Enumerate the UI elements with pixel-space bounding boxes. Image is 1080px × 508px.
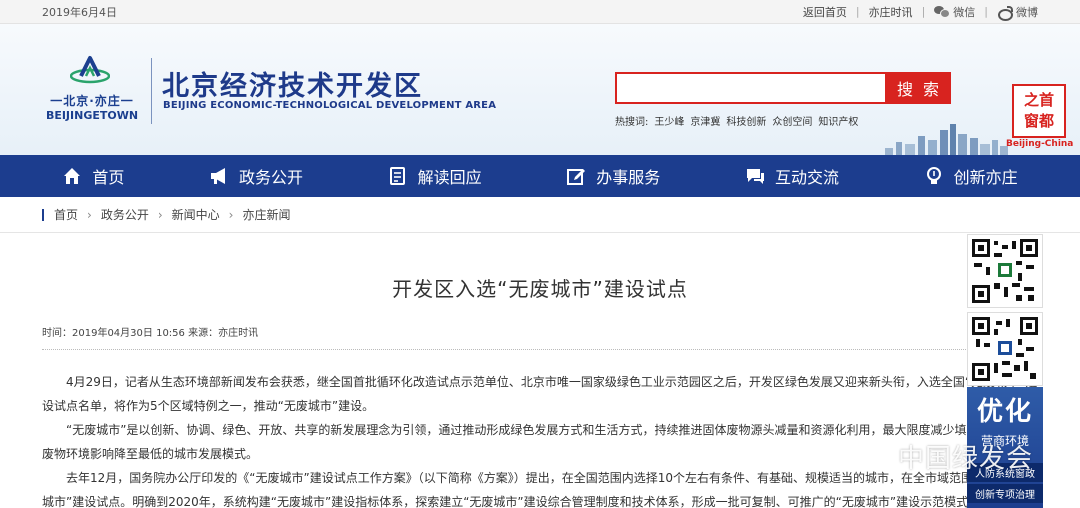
article-title: 开发区入选“无废城市”建设试点 [392,277,688,301]
nav-label: 互动交流 [774,168,839,187]
news-link[interactable]: 亦庄时讯 [869,4,913,20]
promo-tag: 创新专项治理 [967,484,1043,503]
chevron-right-icon: › [87,207,92,222]
search-button[interactable]: 搜索 [885,72,951,104]
logo-mark-icon [70,56,110,84]
main-nav: 首页 政务公开 解读回应 办事服务 互动交流 创新亦庄 [0,155,1080,197]
article-meta-info: 时间：2019年04月30日 10:56 来源：亦庄时讯 [42,328,259,339]
nav-label: 首页 [92,168,125,187]
qr-code-icon [972,317,1038,381]
breadcrumb-item[interactable]: 政务公开 [101,206,149,223]
qr-code-icon [972,239,1038,303]
hot-word[interactable]: 知识产权 [818,113,858,128]
separator: | [921,5,926,18]
hot-word[interactable]: 众创空间 [772,113,812,128]
article-meta: 时间：2019年04月30日 10:56 来源：亦庄时讯 收 [42,324,982,350]
document-icon [389,167,405,185]
qr-code-1[interactable] [967,234,1043,308]
edit-icon [567,169,586,185]
nav-item-services[interactable]: 办事服务 [556,155,670,197]
nav-item-home[interactable]: 首页 [52,155,134,197]
weibo-link[interactable]: 微博 [997,4,1038,21]
lightbulb-icon [926,167,941,184]
badge-text: 之首 窗都 [1023,91,1055,130]
watermark: 中国绿发会 [858,438,1033,475]
promo-headline: 优化 [976,397,1033,427]
chevron-right-icon: › [157,207,163,222]
breadcrumb-marker [42,208,44,221]
hot-word[interactable]: 科技创新 [726,113,766,128]
badge-label: Beijing-China [1006,139,1074,149]
top-bar: 2019年6月4日 返回首页 | 亦庄时讯 | 微信 | 微博 [0,0,1080,24]
nav-label: 解读回应 [417,168,482,187]
top-links: 返回首页 | 亦庄时讯 | 微信 | 微博 [803,4,1038,21]
nav-item-innovation[interactable]: 创新亦庄 [914,155,1028,197]
wechat-icon [858,444,892,469]
search-bar: 搜索 [615,72,951,104]
hot-word[interactable]: 京津冀 [690,113,720,128]
nav-item-interaction[interactable]: 互动交流 [735,155,849,197]
nav-item-interpretation[interactable]: 解读回应 [378,155,492,197]
search-input[interactable] [615,72,885,104]
watermark-text: 中国绿发会 [898,444,1034,474]
hot-words: 热搜词: 王少峰 京津冀 科技创新 众创空间 知识产权 [615,113,858,128]
megaphone-icon [210,168,225,184]
site-title: 北京经济技术开发区 [162,71,423,102]
breadcrumb: 首页 › 政务公开 › 新闻中心 › 亦庄新闻 [0,197,1080,233]
wechat-icon [934,6,951,18]
logo-divider [151,58,152,124]
skyline-illustration [885,124,1008,155]
separator: | [855,5,860,18]
weibo-icon [997,5,1013,21]
home-icon [64,168,81,184]
nav-item-gov-affairs[interactable]: 政务公开 [199,155,313,197]
chat-icon [746,169,764,184]
chevron-right-icon: › [228,207,234,222]
wechat-link[interactable]: 微信 [934,4,975,20]
article-paragraph: 4月29日，记者从生态环境部新闻发布会获悉，继全国首批循环化改造试点示范单位、北… [42,375,1038,413]
current-date: 2019年6月4日 [42,5,117,19]
hot-word[interactable]: 王少峰 [654,113,684,128]
capital-window-badge[interactable]: 之首 窗都 [1012,84,1066,138]
breadcrumb-item[interactable]: 新闻中心 [172,206,220,223]
breadcrumb-item[interactable]: 首页 [54,206,78,223]
nav-label: 创新亦庄 [953,168,1018,187]
weibo-label: 微博 [1016,5,1038,19]
qr-code-2[interactable] [967,312,1043,386]
nav-label: 办事服务 [596,168,661,187]
logo-cn-text: 一北京·亦庄一 [50,94,134,108]
home-return-link[interactable]: 返回首页 [803,4,847,20]
wechat-label: 微信 [953,5,976,19]
separator: | [984,5,988,18]
site-header: 一北京·亦庄一 BEIJINGETOWN 北京经济技术开发区 BEIJING E… [0,24,1080,155]
site-subtitle: BEIJING ECONOMIC-TECHNOLOGICAL DEVELOPME… [163,100,497,111]
hot-words-label: 热搜词: [615,117,649,128]
nav-label: 政务公开 [238,168,303,187]
site-logo[interactable]: 一北京·亦庄一 BEIJINGETOWN [42,54,142,124]
breadcrumb-item[interactable]: 亦庄新闻 [242,206,290,223]
logo-en-text: BEIJINGETOWN [45,109,139,122]
